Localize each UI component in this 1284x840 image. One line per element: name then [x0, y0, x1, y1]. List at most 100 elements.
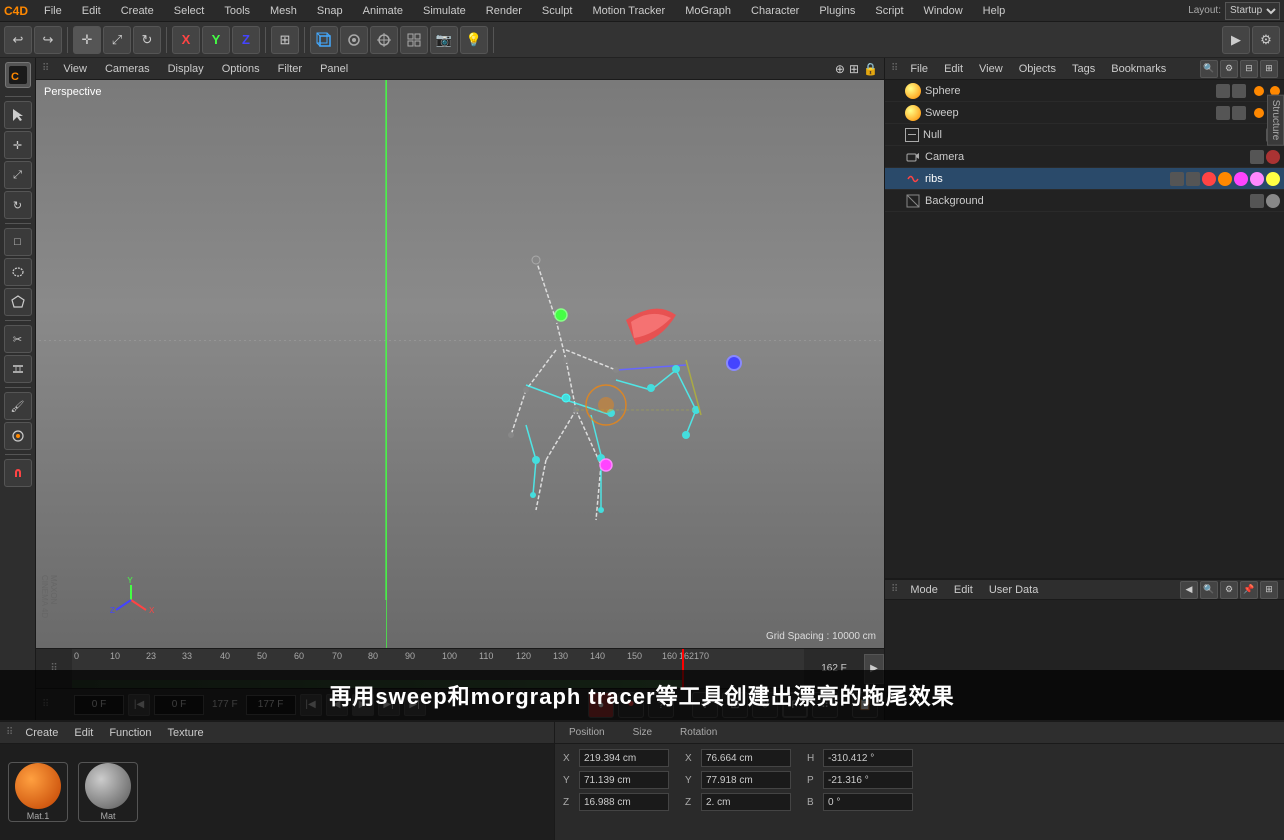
attrs-menu-edit[interactable]: Edit [950, 582, 977, 598]
menu-edit[interactable]: Edit [78, 3, 105, 19]
mat-menu-texture[interactable]: Texture [164, 725, 208, 741]
menu-create[interactable]: Create [117, 3, 158, 19]
size-x-input[interactable] [701, 749, 791, 767]
attrs-menu-mode[interactable]: Mode [906, 582, 942, 598]
menu-sculpt[interactable]: Sculpt [538, 3, 577, 19]
vp-menu-panel[interactable]: Panel [316, 61, 352, 77]
objects-menu-objects[interactable]: Objects [1015, 61, 1060, 77]
paint-tool[interactable]: 🖌 [4, 392, 32, 420]
select-tool[interactable] [4, 101, 32, 129]
menu-snap[interactable]: Snap [313, 3, 347, 19]
render-settings-button[interactable]: ⚙ [1252, 26, 1280, 54]
attrs-back-icon[interactable]: ◀ [1180, 581, 1198, 599]
transform-mode-button[interactable]: ⊞ [271, 26, 299, 54]
material-2[interactable]: Mat [78, 762, 138, 822]
grid-button[interactable] [400, 26, 428, 54]
obj-item-camera[interactable]: Camera [885, 146, 1284, 168]
vp-menu-cameras[interactable]: Cameras [101, 61, 154, 77]
vp-maximize-button[interactable]: ⊞ [849, 62, 859, 76]
scale-tool-button[interactable]: ⤢ [103, 26, 131, 54]
knife-tool[interactable]: ✂ [4, 325, 32, 353]
menu-mesh[interactable]: Mesh [266, 3, 301, 19]
objects-menu-edit[interactable]: Edit [940, 61, 967, 77]
attrs-expand-icon[interactable]: ⊞ [1260, 581, 1278, 599]
rot-p-input[interactable] [823, 771, 913, 789]
obj-item-background[interactable]: Background [885, 190, 1284, 212]
layout-select[interactable]: Startup [1225, 2, 1280, 20]
vp-nav-button[interactable]: ⊕ [835, 62, 845, 76]
mat-menu-function[interactable]: Function [105, 725, 155, 741]
menu-file[interactable]: File [40, 3, 66, 19]
viewport[interactable]: Perspective Grid Spacing : 10000 cm Y X … [36, 80, 884, 648]
undo-button[interactable]: ↩ [4, 26, 32, 54]
move-tool-button[interactable]: ✛ [73, 26, 101, 54]
structure-tab[interactable]: Structure [1267, 95, 1284, 146]
attrs-menu-userdata[interactable]: User Data [985, 582, 1043, 598]
svg-text:X: X [149, 606, 155, 615]
bridge-tool[interactable] [4, 355, 32, 383]
objects-menu-view[interactable]: View [975, 61, 1007, 77]
coord-panel: Position Size Rotation X Y Z [555, 720, 1284, 840]
magnet-tool[interactable] [4, 459, 32, 487]
menu-help[interactable]: Help [979, 3, 1010, 19]
camera-button[interactable]: 📷 [430, 26, 458, 54]
size-z-input[interactable] [701, 793, 791, 811]
pos-z-input[interactable] [579, 793, 669, 811]
render-view-button[interactable]: ▶ [1222, 26, 1250, 54]
obj-item-ribs[interactable]: ribs [885, 168, 1284, 190]
mat-menu-create[interactable]: Create [21, 725, 62, 741]
menu-plugins[interactable]: Plugins [815, 3, 859, 19]
search-icon[interactable]: 🔍 [1200, 60, 1218, 78]
rot-b-input[interactable] [823, 793, 913, 811]
box-select-tool[interactable]: □ [4, 228, 32, 256]
objects-menu-tags[interactable]: Tags [1068, 61, 1099, 77]
view-cube-button[interactable] [310, 26, 338, 54]
pos-x-input[interactable] [579, 749, 669, 767]
menu-motion-tracker[interactable]: Motion Tracker [588, 3, 669, 19]
obj-item-sphere[interactable]: Sphere [885, 80, 1284, 102]
objects-menu-bookmarks[interactable]: Bookmarks [1107, 61, 1170, 77]
vp-menu-options[interactable]: Options [218, 61, 264, 77]
attrs-pin-icon[interactable]: 📌 [1240, 581, 1258, 599]
pos-y-input[interactable] [579, 771, 669, 789]
obj-item-null[interactable]: Null [885, 124, 1284, 146]
snap-button[interactable] [370, 26, 398, 54]
obj-settings-icon[interactable]: ⚙ [1220, 60, 1238, 78]
rotate-tool[interactable]: ↻ [4, 191, 32, 219]
lasso-tool[interactable] [4, 258, 32, 286]
y-axis-button[interactable]: Y [202, 26, 230, 54]
obj-item-sweep[interactable]: Sweep [885, 102, 1284, 124]
vp-lock-button[interactable]: 🔒 [863, 62, 878, 76]
move-tool[interactable]: ✛ [4, 131, 32, 159]
attrs-settings-icon[interactable]: ⚙ [1220, 581, 1238, 599]
menu-select[interactable]: Select [170, 3, 209, 19]
polygon-tool[interactable] [4, 288, 32, 316]
menu-animate[interactable]: Animate [359, 3, 407, 19]
vp-menu-filter[interactable]: Filter [274, 61, 306, 77]
z-axis-button[interactable]: Z [232, 26, 260, 54]
obj-collapse-icon[interactable]: ⊟ [1240, 60, 1258, 78]
objects-menu-file[interactable]: File [906, 61, 932, 77]
scale-tool[interactable]: ⤢ [4, 161, 32, 189]
menu-character[interactable]: Character [747, 3, 803, 19]
menu-simulate[interactable]: Simulate [419, 3, 470, 19]
x-axis-button[interactable]: X [172, 26, 200, 54]
obj-expand-icon[interactable]: ⊞ [1260, 60, 1278, 78]
obj-mode-button[interactable] [340, 26, 368, 54]
sculpt-tool[interactable] [4, 422, 32, 450]
menu-mograph[interactable]: MoGraph [681, 3, 735, 19]
menu-render[interactable]: Render [482, 3, 526, 19]
vp-menu-display[interactable]: Display [164, 61, 208, 77]
rotate-tool-button[interactable]: ↻ [133, 26, 161, 54]
light-button[interactable]: 💡 [460, 26, 488, 54]
menu-script[interactable]: Script [871, 3, 907, 19]
rot-h-input[interactable] [823, 749, 913, 767]
vp-menu-view[interactable]: View [59, 61, 91, 77]
material-1[interactable]: Mat.1 [8, 762, 68, 822]
mat-menu-edit[interactable]: Edit [70, 725, 97, 741]
attrs-search-icon[interactable]: 🔍 [1200, 581, 1218, 599]
size-y-input[interactable] [701, 771, 791, 789]
redo-button[interactable]: ↪ [34, 26, 62, 54]
menu-tools[interactable]: Tools [220, 3, 254, 19]
menu-window[interactable]: Window [920, 3, 967, 19]
